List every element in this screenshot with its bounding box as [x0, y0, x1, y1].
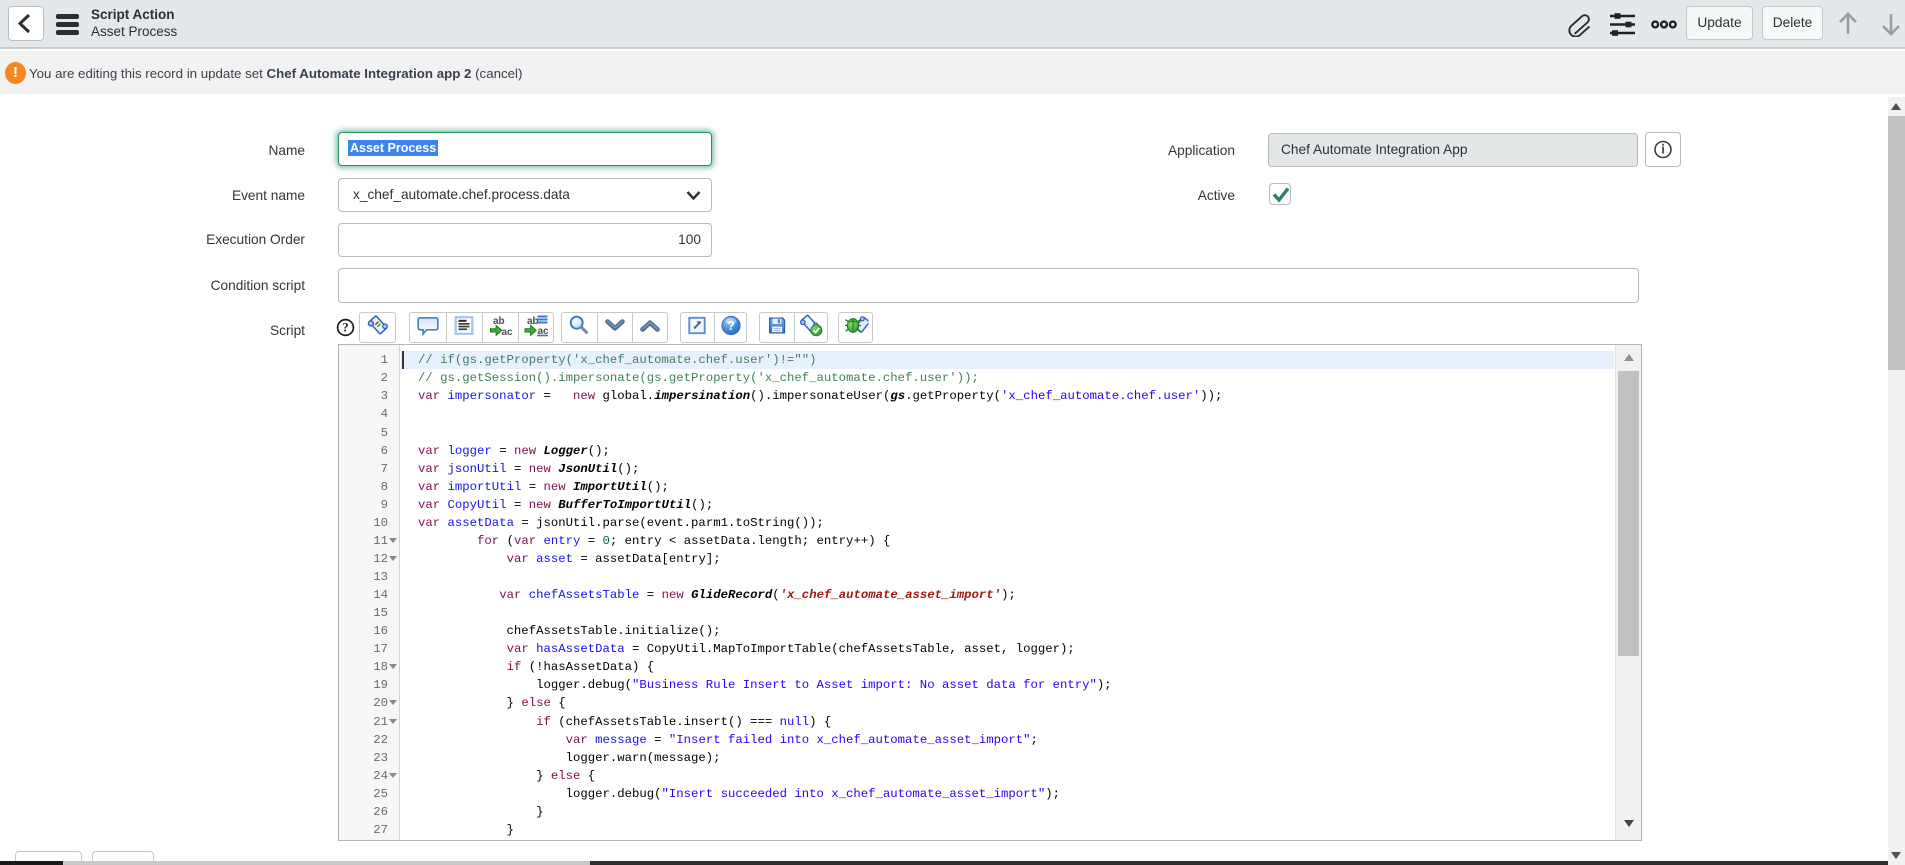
svg-text:?: ?	[342, 321, 348, 335]
svg-text:?: ?	[727, 319, 735, 333]
svg-text:ac: ac	[502, 327, 513, 337]
svg-text:ab: ab	[493, 316, 505, 327]
